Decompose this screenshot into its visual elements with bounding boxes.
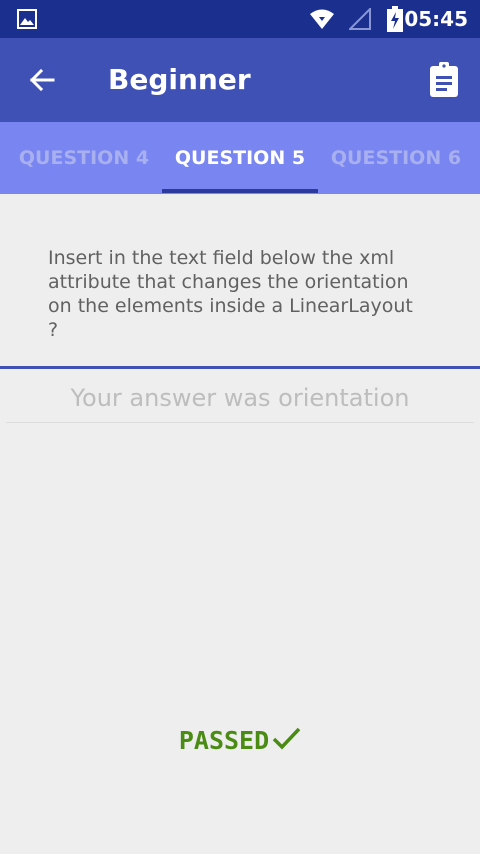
arrow-left-icon[interactable] xyxy=(26,64,58,96)
image-icon xyxy=(17,9,37,29)
result-label: PASSED xyxy=(178,726,270,755)
signal-icon xyxy=(349,8,371,30)
divider xyxy=(0,366,480,369)
tab-bar: QUESTION 4 QUESTION 5 QUESTION 6 xyxy=(0,122,480,194)
battery-icon xyxy=(387,6,403,32)
answer-field[interactable]: Your answer was orientation xyxy=(6,384,474,412)
tab-question-4[interactable]: QUESTION 4 xyxy=(4,122,164,194)
status-bar: 05:45 xyxy=(0,0,480,38)
clipboard-icon[interactable] xyxy=(429,62,459,98)
answer-underline xyxy=(6,422,474,423)
result-status: PASSED xyxy=(0,724,480,755)
check-icon xyxy=(272,727,301,750)
question-text: Insert in the text field below the xml a… xyxy=(48,247,413,341)
tab-question-6[interactable]: QUESTION 6 xyxy=(316,122,476,194)
status-time: 05:45 xyxy=(404,7,468,31)
app-bar: Beginner xyxy=(0,38,480,122)
tab-question-5[interactable]: QUESTION 5 xyxy=(160,122,320,194)
page-title: Beginner xyxy=(108,63,251,96)
tab-indicator xyxy=(162,189,318,193)
wifi-icon xyxy=(310,9,334,29)
